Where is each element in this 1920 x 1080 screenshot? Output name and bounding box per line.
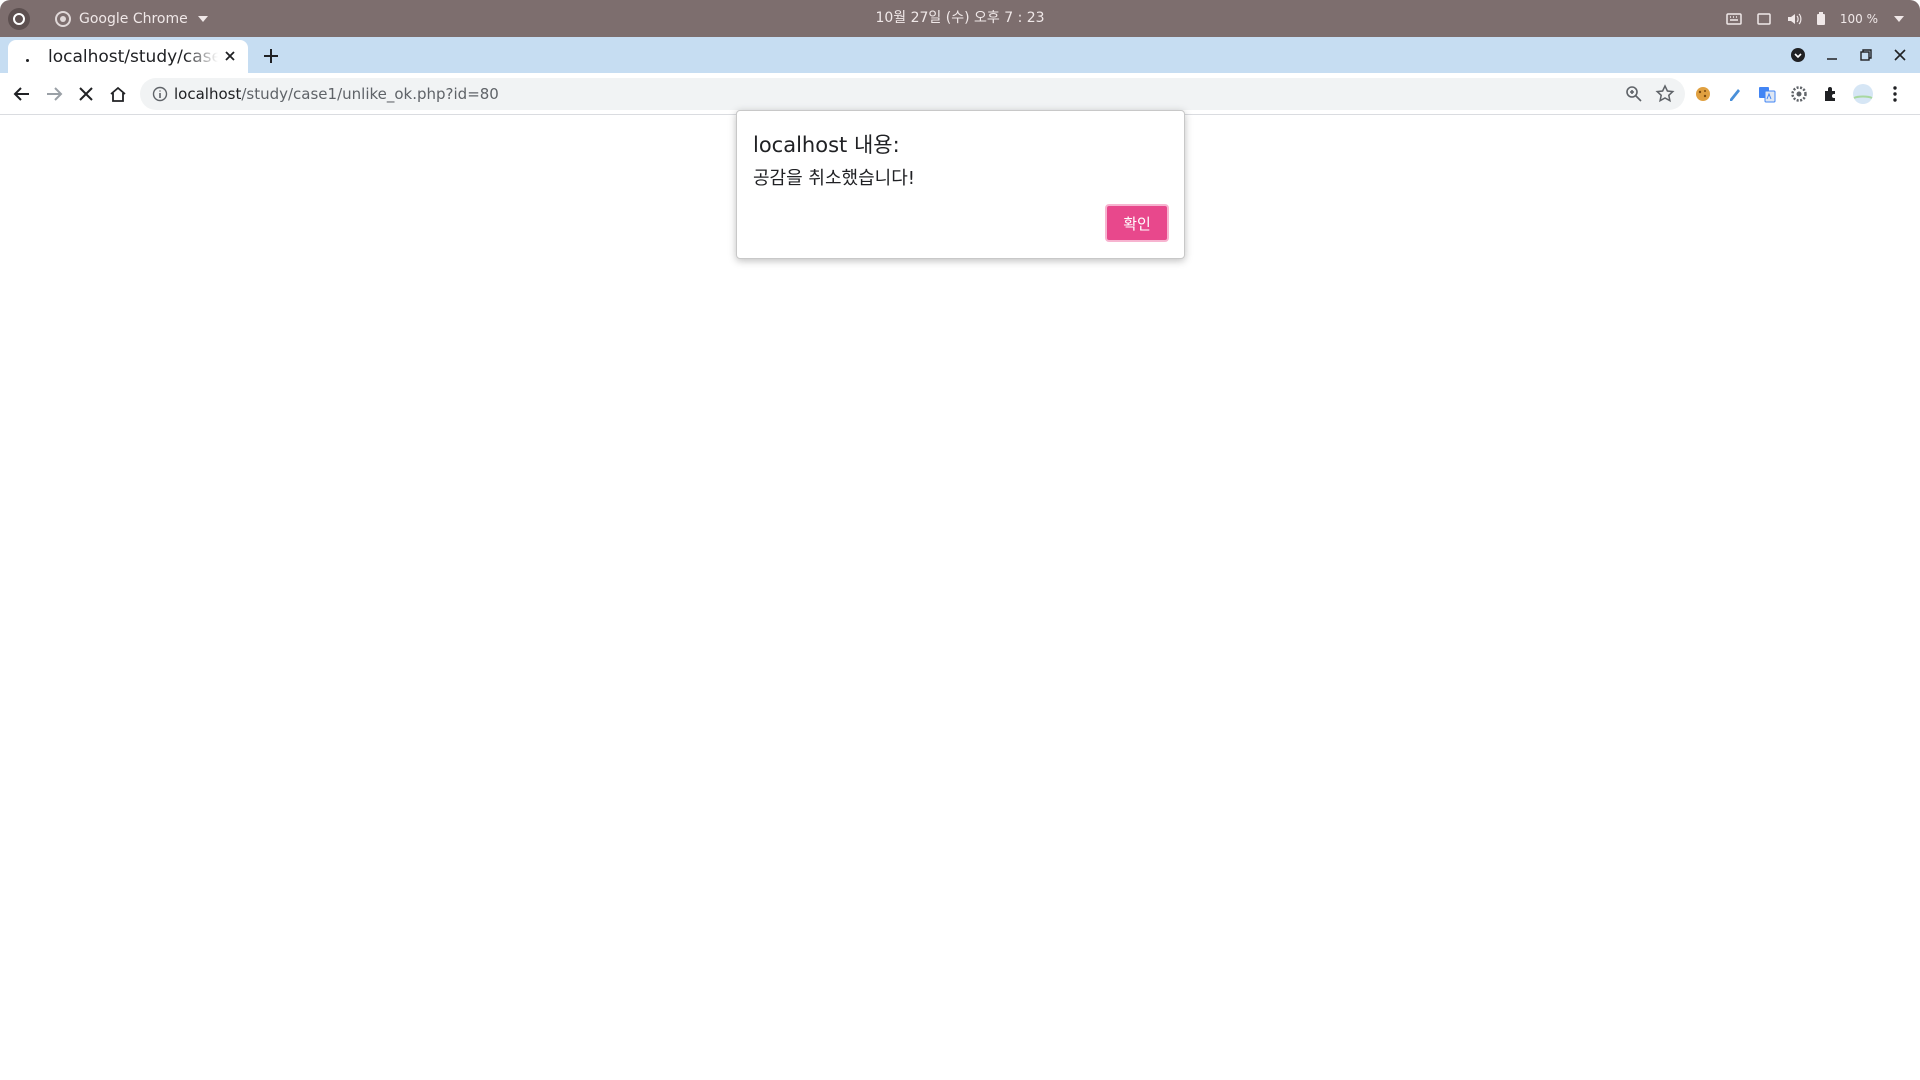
back-button[interactable]: [10, 82, 34, 106]
gear-icon: [1791, 86, 1807, 102]
minimize-icon: [1827, 58, 1837, 60]
activities-icon: [13, 13, 25, 25]
zoom-icon[interactable]: [1625, 85, 1643, 103]
minimize-button[interactable]: [1824, 47, 1840, 63]
restore-button[interactable]: [1858, 47, 1874, 63]
plus-icon: [264, 49, 278, 63]
app-menu[interactable]: Google Chrome: [55, 0, 208, 37]
activities-button[interactable]: [8, 8, 30, 30]
cookie-icon: [1696, 87, 1710, 101]
screen-icon[interactable]: [1756, 12, 1772, 26]
tab-strip: localhost/study/case1/unlike_ok.php?id=8…: [0, 37, 1920, 73]
url-text[interactable]: localhost/study/case1/unlike_ok.php?id=8…: [174, 78, 499, 110]
tab-title: localhost/study/case1/unlike_ok.php?id=8…: [48, 46, 218, 67]
volume-icon[interactable]: [1786, 12, 1802, 26]
avatar: [1853, 84, 1873, 104]
profile-button[interactable]: [1852, 83, 1874, 105]
close-window-button[interactable]: [1892, 47, 1908, 63]
address-bar[interactable]: localhost/study/case1/unlike_ok.php?id=8…: [140, 78, 1685, 110]
tray-chevron-down-icon[interactable]: [1894, 15, 1904, 22]
url-host: localhost: [174, 85, 242, 103]
dictionary-extension-button[interactable]: [1724, 83, 1746, 105]
cookie-extension-button[interactable]: [1692, 83, 1714, 105]
alert-dialog: localhost 내용: 공감을 취소했습니다! 확인: [736, 110, 1185, 259]
restore-icon: [1860, 49, 1872, 61]
tab-close-icon[interactable]: [222, 48, 238, 64]
url-path: /study/case1/unlike_ok.php?id=80: [241, 85, 499, 103]
chevron-down-icon: [197, 15, 208, 22]
settings-extension-button[interactable]: [1788, 83, 1810, 105]
star-icon[interactable]: [1655, 84, 1675, 104]
tab-active[interactable]: localhost/study/case1/unlike_ok.php?id=8…: [8, 40, 248, 73]
arrow-left-icon: [13, 87, 29, 101]
battery-percent: 100 %: [1839, 11, 1878, 26]
window-controls: [1790, 37, 1920, 73]
close-icon: [79, 87, 93, 101]
forward-button[interactable]: [42, 82, 66, 106]
arrow-right-icon: [47, 87, 63, 101]
home-button[interactable]: [106, 82, 130, 106]
system-top-bar: Google Chrome 10월 27일 (수) 오후 7 : 23 100 …: [0, 0, 1920, 37]
new-tab-button[interactable]: [260, 45, 282, 67]
extensions-button[interactable]: [1820, 83, 1842, 105]
ok-button-label: 확인: [1107, 206, 1167, 240]
chrome-icon: [55, 10, 71, 27]
alert-title: localhost 내용:: [753, 133, 900, 157]
puzzle-icon: [1825, 87, 1835, 101]
translate-icon: [1759, 87, 1776, 103]
extensions-area: [1692, 82, 1906, 106]
chrome-menu-button[interactable]: [1884, 83, 1906, 105]
loading-spinner-icon: [22, 50, 36, 64]
alert-message: 공감을 취소했습니다!: [753, 168, 915, 189]
tab-search-button[interactable]: [1790, 47, 1806, 63]
info-icon[interactable]: [152, 86, 168, 102]
browser-toolbar: localhost/study/case1/unlike_ok.php?id=8…: [0, 73, 1920, 115]
more-vert-icon: [1893, 86, 1897, 102]
keyboard-icon[interactable]: [1726, 12, 1742, 26]
app-menu-label: Google Chrome: [79, 10, 188, 27]
ok-button[interactable]: 확인: [1105, 204, 1169, 242]
system-tray[interactable]: 100 %: [1726, 0, 1904, 37]
page-content: [0, 116, 1920, 1080]
tab-search-icon: [1791, 48, 1805, 62]
battery-icon[interactable]: [1816, 11, 1826, 26]
home-icon: [110, 86, 126, 102]
close-icon: [1894, 49, 1906, 61]
stop-loading-button[interactable]: [74, 82, 98, 106]
pen-icon: [1730, 89, 1740, 101]
clock: 10월 27일 (수) 오후 7 : 23: [875, 10, 1045, 26]
translate-extension-button[interactable]: [1756, 83, 1778, 105]
